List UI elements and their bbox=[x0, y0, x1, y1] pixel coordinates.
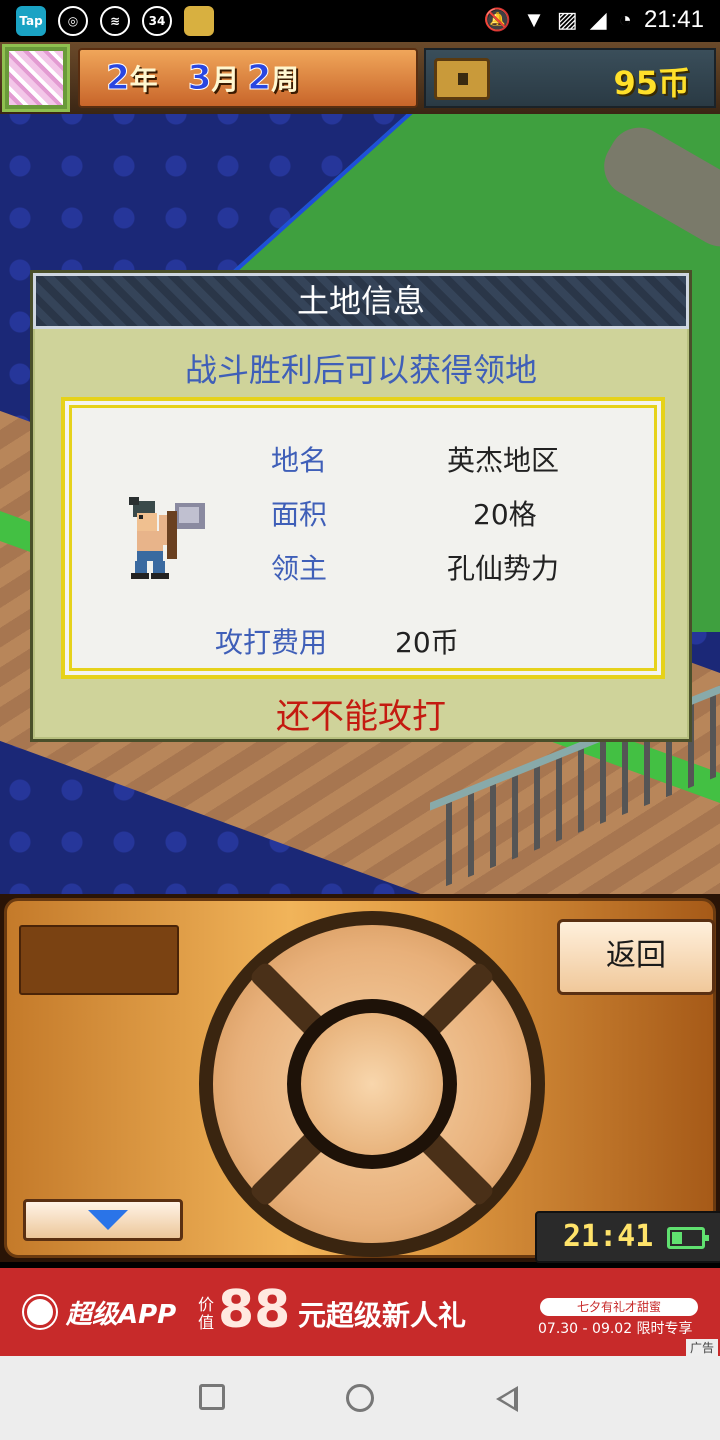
status-time: 21:41 bbox=[643, 6, 704, 33]
mobile-network-icon: ≋ bbox=[100, 6, 130, 36]
status-left-icons: Tap ◎ ≋ 34 bbox=[16, 6, 214, 36]
status-bar: Tap ◎ ≋ 34 🔕 ▼ ▨ ◢ ◔ 21:41 bbox=[0, 0, 720, 42]
dpad-center-button[interactable] bbox=[287, 999, 457, 1169]
dpad-right[interactable] bbox=[455, 1021, 535, 1147]
home-icon[interactable] bbox=[346, 1384, 374, 1412]
ad-tag: 七夕有礼才甜蜜 bbox=[540, 1298, 698, 1316]
game-app-icon bbox=[184, 6, 214, 36]
dialog-subtitle: 战斗胜利后可以获得领地 bbox=[184, 351, 537, 389]
scroll-down-button[interactable] bbox=[23, 1199, 183, 1241]
signal-icon: ◢ bbox=[589, 7, 607, 32]
avatar-image bbox=[9, 51, 63, 105]
player-avatar[interactable] bbox=[2, 44, 70, 112]
coin-display: 95币 bbox=[424, 48, 716, 108]
week-unit: 周 bbox=[271, 63, 300, 96]
land-area-label: 面积 bbox=[271, 498, 328, 531]
top-hud: 2 年 3 月 2 周 95币 bbox=[0, 42, 720, 114]
land-info-dialog: 土地信息 战斗胜利后可以获得领地 地名 英杰地区 面积 20格 领主 孔仙势力 … bbox=[30, 270, 692, 742]
kfc-logo-icon bbox=[24, 1296, 56, 1328]
dpad-left[interactable] bbox=[209, 1021, 289, 1147]
land-lord-label: 领主 bbox=[271, 552, 328, 585]
cannot-attack-message: 还不能攻打 bbox=[276, 697, 446, 737]
controller-panel: 返回 21:41 bbox=[0, 894, 720, 1263]
treasure-chest-icon bbox=[434, 58, 490, 100]
back-icon[interactable] bbox=[496, 1386, 518, 1412]
attack-cost-value: 20币 bbox=[395, 626, 459, 659]
ad-label: 广告 bbox=[685, 1339, 718, 1356]
month-unit: 月 bbox=[211, 63, 240, 96]
land-lord-value: 孔仙势力 bbox=[447, 552, 560, 585]
lord-character-icon bbox=[129, 497, 205, 579]
down-arrow-icon bbox=[88, 1210, 128, 1230]
month-number: 3 bbox=[187, 58, 212, 99]
attack-cost-label: 攻打费用 bbox=[215, 626, 328, 659]
year-number: 2 bbox=[106, 58, 131, 99]
ad-app-text: 超级APP bbox=[66, 1300, 177, 1330]
navigation-bar bbox=[0, 1356, 720, 1440]
dpad bbox=[199, 911, 545, 1257]
land-area-value: 20格 bbox=[473, 498, 537, 531]
dpad-down[interactable] bbox=[309, 1167, 435, 1247]
clock-time: 21:41 bbox=[563, 1219, 654, 1254]
coin-count: 95币 bbox=[613, 64, 690, 102]
ad-date: 07.30 - 09.02 限时专享 bbox=[538, 1321, 693, 1337]
year-unit: 年 bbox=[129, 63, 158, 96]
land-info-box: 地名 英杰地区 面积 20格 领主 孔仙势力 攻打费用 20币 bbox=[61, 397, 665, 679]
land-name-label: 地名 bbox=[271, 444, 328, 477]
back-button[interactable]: 返回 bbox=[557, 919, 715, 995]
empty-slot bbox=[19, 925, 179, 995]
battery-saver-icon: ◔ bbox=[618, 7, 632, 32]
game-clock: 21:41 bbox=[535, 1211, 720, 1263]
wifi-icon: ▼ bbox=[523, 7, 545, 32]
dialog-title: 土地信息 bbox=[33, 273, 689, 329]
date-display: 2 年 3 月 2 周 bbox=[78, 48, 418, 108]
netease-music-icon: ◎ bbox=[58, 6, 88, 36]
tap-app-icon: Tap bbox=[16, 6, 46, 36]
notification-count-icon: 34 bbox=[142, 6, 172, 36]
mute-icon: 🔕 bbox=[483, 7, 512, 32]
week-number: 2 bbox=[247, 58, 272, 99]
controller-frame: 返回 21:41 bbox=[4, 898, 720, 1263]
recent-apps-icon[interactable] bbox=[199, 1384, 225, 1410]
ad-banner[interactable]: 超级APP 价值 88 元超级新人礼 七夕有礼才甜蜜 07.30 - 09.02… bbox=[0, 1268, 720, 1356]
land-name-value: 英杰地区 bbox=[447, 444, 560, 477]
battery-icon bbox=[667, 1227, 709, 1249]
ad-price: 88 bbox=[218, 1280, 291, 1340]
ad-gift-text: 元超级新人礼 bbox=[298, 1299, 467, 1332]
ad-price-prefix: 价值 bbox=[198, 1295, 215, 1332]
status-right: 🔕 ▼ ▨ ◢ ◔ 21:41 bbox=[484, 6, 704, 34]
no-sim-icon: ▨ bbox=[556, 7, 578, 32]
dpad-up[interactable] bbox=[309, 921, 435, 1001]
